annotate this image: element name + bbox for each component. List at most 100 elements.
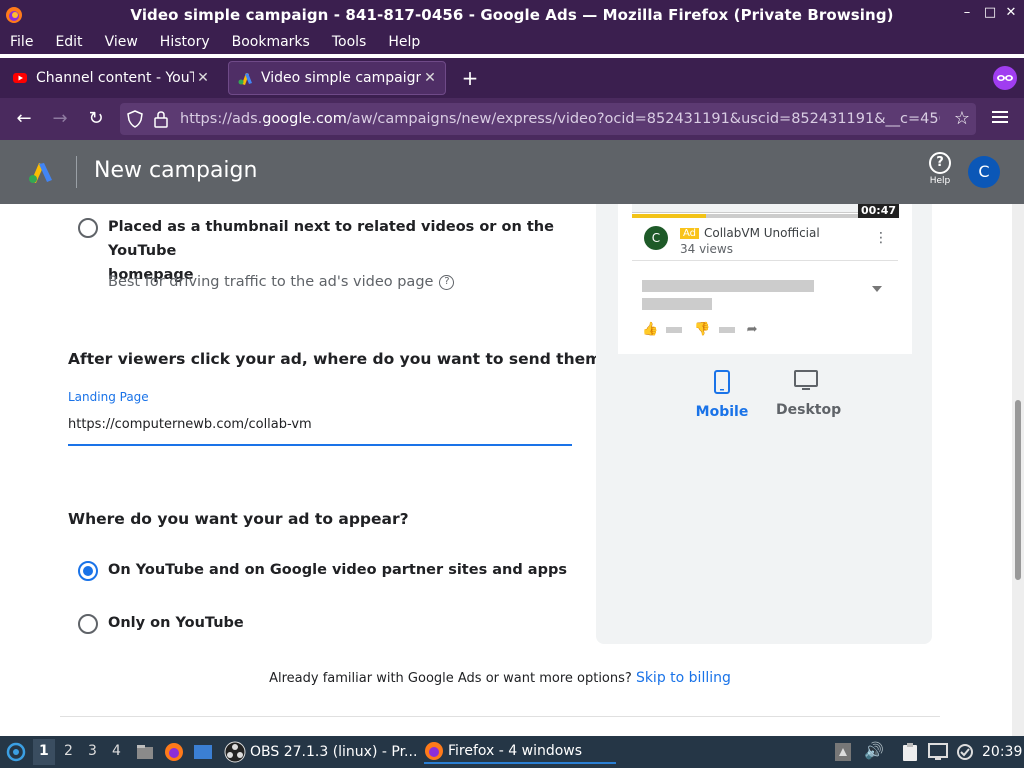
- ad-badge: Ad: [680, 228, 700, 239]
- back-icon[interactable]: ←: [12, 107, 36, 131]
- workspace-4[interactable]: 4: [112, 743, 121, 759]
- menu-view[interactable]: View: [105, 34, 138, 50]
- preview-divider: [632, 260, 898, 261]
- minimize-button[interactable]: –: [958, 5, 976, 20]
- close-window-button[interactable]: ✕: [1002, 5, 1020, 20]
- clock: 20:39: [982, 744, 1023, 760]
- shield-icon[interactable]: [126, 110, 144, 128]
- scrollbar-thumb[interactable]: [1015, 400, 1021, 580]
- firefox-taskbar-icon: [425, 742, 443, 760]
- radio-only-youtube[interactable]: [78, 614, 98, 634]
- volume-icon[interactable]: 🔊: [864, 741, 884, 760]
- device-mobile-button[interactable]: Mobile: [692, 370, 752, 420]
- help-button[interactable]: ? Help: [926, 152, 954, 186]
- appear-heading: Where do you want your ad to appear?: [68, 510, 409, 528]
- workspace-1[interactable]: 1: [39, 743, 49, 759]
- menu-history[interactable]: History: [160, 34, 210, 50]
- view-count: 34 views: [680, 242, 733, 256]
- tab-strip: Channel content - YouTube ✕ Video simple…: [0, 58, 1024, 98]
- bookmark-star-icon[interactable]: ☆: [954, 108, 970, 129]
- window-title: Video simple campaign - 841-817-0456 - G…: [130, 6, 894, 24]
- menu-help[interactable]: Help: [388, 34, 420, 50]
- google-ads-icon: [238, 73, 252, 85]
- option-partners-label[interactable]: On YouTube and on Google video partner s…: [108, 558, 567, 582]
- preview-actions: 👍 👎 ➦: [642, 322, 766, 337]
- youtube-icon: [13, 73, 27, 83]
- workspace-2[interactable]: 2: [64, 743, 73, 759]
- url-text[interactable]: https://ads.google.com/aw/campaigns/new/…: [180, 111, 940, 127]
- thumbs-down-icon: 👎: [694, 322, 711, 337]
- navigation-bar: ← → ↻ https://ads.google.com/aw/campaign…: [0, 98, 1024, 140]
- google-ads-logo-icon[interactable]: [28, 160, 54, 184]
- more-vert-icon: ⋮: [874, 230, 888, 246]
- placeholder-subtitle-bar: [642, 298, 712, 310]
- mobile-icon: [714, 370, 730, 394]
- video-duration: 00:47: [858, 204, 900, 218]
- tab-label: Channel content - YouTube: [36, 70, 194, 86]
- footer-message: Already familiar with Google Ads or want…: [269, 670, 731, 686]
- maximize-button[interactable]: □: [981, 5, 999, 20]
- option-youtube-label[interactable]: Only on YouTube: [108, 611, 244, 635]
- desktop-show-icon[interactable]: [193, 742, 213, 762]
- tab-google-ads[interactable]: Video simple campaign - ✕: [228, 61, 446, 95]
- radio-thumbnail-placement[interactable]: [78, 218, 98, 238]
- file-manager-icon[interactable]: [135, 742, 155, 762]
- google-ads-header: New campaign ? Help C: [0, 140, 1024, 204]
- device-desktop-label: Desktop: [776, 402, 842, 418]
- desktop-icon: [794, 370, 818, 390]
- landing-field-underline: [68, 444, 572, 446]
- tab-label: Video simple campaign -: [261, 70, 421, 86]
- display-tray-icon[interactable]: [928, 743, 948, 761]
- mobile-preview: 00:47 C Ad CollabVM Unofficial 34 views …: [618, 204, 912, 354]
- help-label: Help: [929, 176, 951, 186]
- tab-youtube[interactable]: Channel content - YouTube ✕: [4, 61, 218, 95]
- taskbar-firefox-label: Firefox - 4 windows: [448, 743, 583, 759]
- reload-icon[interactable]: ↻: [84, 107, 108, 131]
- channel-avatar: C: [644, 226, 668, 250]
- landing-page-input[interactable]: https://computernewb.com/collab-vm: [68, 417, 312, 432]
- ad-preview-panel: 00:47 C Ad CollabVM Unofficial 34 views …: [596, 204, 932, 644]
- taskbar-obs[interactable]: OBS 27.1.3 (linux) - Pr...: [224, 740, 417, 764]
- workspace-3[interactable]: 3: [88, 743, 97, 759]
- landing-field-label: Landing Page: [68, 390, 149, 404]
- lock-icon[interactable]: [152, 110, 170, 128]
- share-icon: ➦: [746, 322, 758, 337]
- menu-bar: File Edit View History Bookmarks Tools H…: [0, 30, 1024, 54]
- menu-edit[interactable]: Edit: [55, 34, 82, 50]
- update-tray-icon[interactable]: [956, 743, 974, 761]
- forward-icon[interactable]: →: [48, 107, 72, 131]
- thumbnail-option-description: Best for driving traffic to the ad's vid…: [108, 274, 455, 290]
- firefox-launcher-icon[interactable]: [164, 742, 184, 762]
- taskbar-obs-label: OBS 27.1.3 (linux) - Pr...: [250, 744, 418, 760]
- channel-name: CollabVM Unofficial: [704, 226, 820, 240]
- taskbar: 1 2 3 4 OBS 27.1.3 (linux) - Pr... Firef…: [0, 736, 1024, 768]
- private-browsing-icon: [993, 66, 1017, 90]
- account-avatar[interactable]: C: [968, 156, 1000, 188]
- start-menu-icon[interactable]: [6, 742, 26, 762]
- skip-to-billing-link[interactable]: Skip to billing: [636, 670, 731, 686]
- new-tab-button[interactable]: +: [458, 66, 482, 90]
- close-tab-icon[interactable]: ✕: [194, 70, 212, 86]
- page-title: New campaign: [94, 158, 258, 183]
- menu-file[interactable]: File: [10, 34, 33, 50]
- menu-tools[interactable]: Tools: [332, 34, 367, 50]
- taskbar-firefox[interactable]: Firefox - 4 windows: [424, 740, 616, 764]
- firefox-icon: [6, 7, 22, 23]
- main-content: Placed as a thumbnail next to related vi…: [0, 204, 1024, 736]
- device-desktop-button[interactable]: Desktop: [776, 370, 842, 418]
- placeholder-title-bar: [642, 280, 814, 292]
- page-scrollbar[interactable]: [1012, 204, 1024, 736]
- radio-youtube-and-partners[interactable]: [78, 561, 98, 581]
- help-icon: ?: [929, 152, 951, 174]
- window-titlebar: Video simple campaign - 841-817-0456 - G…: [0, 0, 1024, 30]
- device-mobile-label: Mobile: [695, 404, 749, 420]
- info-icon[interactable]: ?: [439, 274, 455, 290]
- hamburger-menu-icon[interactable]: [990, 107, 1010, 127]
- clipboard-icon[interactable]: [901, 742, 919, 762]
- close-tab-icon[interactable]: ✕: [421, 70, 439, 86]
- menu-bookmarks[interactable]: Bookmarks: [232, 34, 310, 50]
- url-bar[interactable]: https://ads.google.com/aw/campaigns/new/…: [120, 103, 976, 135]
- obs-icon: [224, 741, 246, 763]
- footer-divider: [60, 716, 940, 717]
- network-tray-icon[interactable]: [834, 742, 852, 762]
